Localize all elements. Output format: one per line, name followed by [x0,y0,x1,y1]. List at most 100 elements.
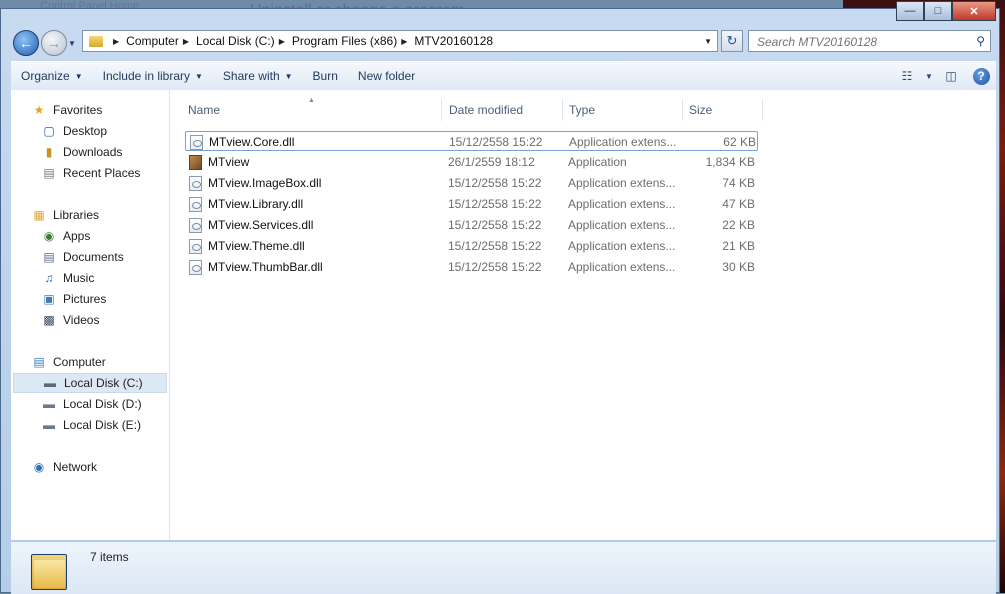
item-count: 7 items [90,550,129,564]
file-row[interactable]: MTview.Theme.dll 15/12/2558 15:22 Applic… [185,236,758,256]
file-date: 26/1/2559 18:12 [448,155,535,169]
address-row: ← → ▼ ▶ Computer ▶ Local Disk (C:) ▶ Pro… [1,27,999,56]
dll-file-icon [190,134,203,150]
column-header-size[interactable]: Size [683,99,763,121]
search-box: ⚲ [748,30,991,52]
dll-file-icon [189,259,202,275]
file-list: ▲ Name Date modified Type Size MTview.Co… [170,90,996,540]
sidebar-group-label: Favorites [53,103,103,117]
sidebar-item-local-disk-d[interactable]: ▬ Local Disk (D:) [41,394,142,414]
view-options-dropdown[interactable]: ▼ [922,72,936,81]
minimize-button[interactable]: — [896,1,924,21]
refresh-button[interactable]: ↻ [721,30,743,52]
star-icon: ★ [33,103,45,117]
file-type: Application extens... [568,260,676,274]
chevron-right-icon[interactable]: ▶ [279,37,285,46]
new-folder-button[interactable]: New folder [348,63,425,89]
sidebar-group-computer[interactable]: ▤ Computer [31,352,106,372]
sidebar-group-network[interactable]: ◉ Network [31,457,97,477]
sidebar-item-apps[interactable]: ◉ Apps [41,226,91,246]
file-row[interactable]: MTview.Core.dll 15/12/2558 15:22 Applica… [185,131,758,151]
sidebar-item-label: Local Disk (C:) [64,376,143,390]
file-name: MTview.Services.dll [208,218,314,232]
file-row[interactable]: MTview.Library.dll 15/12/2558 15:22 Appl… [185,194,758,214]
chevron-right-icon[interactable]: ▶ [183,37,189,46]
system-drive-icon: ▬ [44,376,56,390]
details-pane: 7 items [11,541,996,594]
main-area: ★ Favorites ▢ Desktop ▮ Downloads ▤ Rece… [11,90,996,540]
change-view-button[interactable]: ☷ [892,69,922,83]
sidebar-item-label: Local Disk (D:) [63,397,142,411]
dll-file-icon [189,175,202,191]
sidebar-item-label: Apps [63,229,91,243]
column-header-date[interactable]: Date modified [443,99,563,121]
sidebar-item-label: Music [63,271,95,285]
breadcrumb-current-folder[interactable]: MTV20160128 [414,34,493,48]
chevron-down-icon: ▼ [195,71,203,81]
address-history-dropdown[interactable]: ▼ [704,37,712,46]
dll-file-icon [189,217,202,233]
chevron-down-icon: ▼ [284,71,293,81]
sidebar-item-label: Local Disk (E:) [63,418,142,432]
file-name: MTview.Core.dll [209,135,295,149]
file-row[interactable]: MTview 26/1/2559 18:12 Application 1,834… [185,152,758,172]
videos-icon: ▩ [43,313,55,327]
file-date: 15/12/2558 15:22 [448,260,542,274]
downloads-icon: ▮ [45,145,53,159]
arrow-left-icon: ← [19,35,33,51]
file-size: 30 KB [722,260,755,274]
sidebar-item-desktop[interactable]: ▢ Desktop [41,121,107,141]
preview-pane-icon: ◫ [945,69,957,83]
close-button[interactable]: ✕ [952,1,996,21]
sidebar-group-favorites[interactable]: ★ Favorites [31,100,103,120]
sidebar-item-videos[interactable]: ▩ Videos [41,310,99,330]
file-type: Application extens... [569,135,677,149]
forward-button[interactable]: → [41,30,67,56]
sidebar-item-downloads[interactable]: ▮ Downloads [41,142,123,162]
file-row[interactable]: MTview.ThumbBar.dll 15/12/2558 15:22 App… [185,257,758,277]
sidebar-item-label: Downloads [63,145,123,159]
help-icon: ? [972,67,990,85]
sidebar-item-pictures[interactable]: ▣ Pictures [41,289,106,309]
sidebar-item-documents[interactable]: ▤ Documents [41,247,124,267]
share-with-button[interactable]: Share with ▼ [213,63,303,89]
sidebar-item-local-disk-e[interactable]: ▬ Local Disk (E:) [41,415,141,435]
file-type: Application extens... [568,218,676,232]
sidebar-item-label: Desktop [63,124,108,138]
sidebar-item-label: Recent Places [63,166,141,180]
file-row[interactable]: MTview.Services.dll 15/12/2558 15:22 App… [185,215,758,235]
view-controls: ☷ ▼ ◫ ? [892,62,996,90]
breadcrumb-computer[interactable]: Computer [126,34,179,48]
dll-file-icon [189,238,202,254]
sidebar-item-local-disk-c[interactable]: ▬ Local Disk (C:) [13,373,167,393]
file-name: MTview.Theme.dll [208,239,305,253]
sidebar-item-label: Videos [63,313,100,327]
sidebar-group-label: Computer [53,355,106,369]
recent-pages-dropdown[interactable]: ▼ [68,39,76,48]
breadcrumb-local-disk-c[interactable]: Local Disk (C:) [196,34,275,48]
breadcrumb-program-files[interactable]: Program Files (x86) [292,34,397,48]
breadcrumb: ▶ Computer ▶ Local Disk (C:) ▶ Program F… [109,34,493,48]
refresh-icon: ↻ [726,33,738,48]
sidebar-item-music[interactable]: ♫ Music [41,268,95,288]
file-row[interactable]: MTview.ImageBox.dll 15/12/2558 15:22 App… [185,173,758,193]
maximize-button[interactable]: □ [924,1,952,21]
column-header-name[interactable]: Name [182,99,442,121]
sidebar-item-label: Documents [63,250,124,264]
chevron-right-icon[interactable]: ▶ [401,37,407,46]
address-bar[interactable]: ▶ Computer ▶ Local Disk (C:) ▶ Program F… [82,30,718,52]
search-input[interactable] [755,32,964,52]
sidebar-group-libraries[interactable]: ▦ Libraries [31,205,99,225]
column-header-type[interactable]: Type [563,99,683,121]
burn-button[interactable]: Burn [303,63,348,89]
help-button[interactable]: ? [966,67,996,85]
organize-button[interactable]: Organize ▼ [11,63,93,89]
preview-pane-button[interactable]: ◫ [936,69,966,83]
sidebar-item-recent-places[interactable]: ▤ Recent Places [41,163,140,183]
file-date: 15/12/2558 15:22 [448,197,542,211]
chevron-right-icon[interactable]: ▶ [113,37,119,46]
back-button[interactable]: ← [13,30,39,56]
explorer-window: — □ ✕ ← → ▼ ▶ Computer ▶ Local Disk (C:)… [0,1,1000,594]
search-icon[interactable]: ⚲ [976,34,985,48]
include-in-library-button[interactable]: Include in library ▼ [93,63,213,89]
